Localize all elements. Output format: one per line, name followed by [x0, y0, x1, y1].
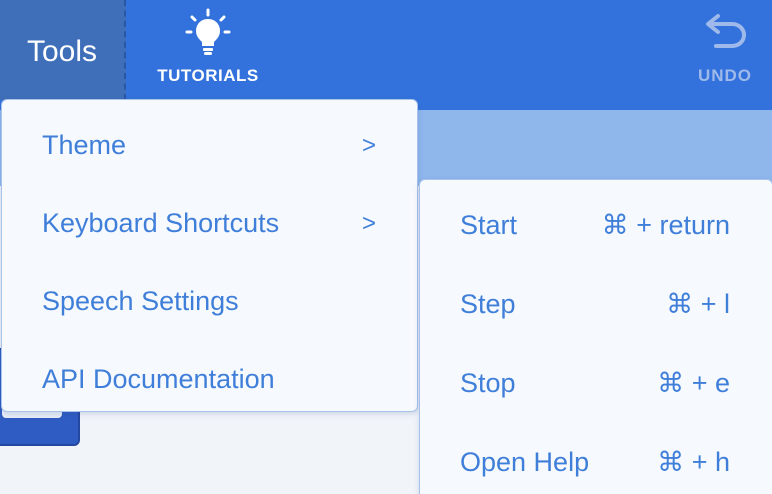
- menu-item-label: API Documentation: [42, 364, 275, 394]
- tutorials-label: TUTORIALS: [157, 66, 259, 85]
- tools-button-label: Tools: [26, 35, 98, 68]
- tools-menu-button[interactable]: Tools: [0, 0, 126, 100]
- submenu-arrow-icon: >: [362, 132, 377, 159]
- lightbulb-icon: [185, 8, 231, 55]
- undo-arrow-icon: [706, 14, 747, 48]
- menu-item-label: Speech Settings: [42, 286, 239, 316]
- menu-item-keyboard-shortcuts[interactable]: Keyboard Shortcuts >: [2, 184, 417, 262]
- menu-item-theme[interactable]: Theme >: [2, 106, 417, 184]
- shortcut-item-stop[interactable]: Stop ⌘ + e: [420, 342, 772, 420]
- shortcut-keys: ⌘ + return: [601, 210, 730, 240]
- shortcut-item-start[interactable]: Start ⌘ + return: [420, 184, 772, 262]
- shortcut-keys: ⌘ + e: [657, 368, 730, 398]
- shortcut-item-step[interactable]: Step ⌘ + l: [420, 263, 772, 341]
- app-page: Tools TUTORIALS UNDO Theme > Keyboard Sh…: [0, 0, 772, 494]
- shortcut-item-open-help[interactable]: Open Help ⌘ + h: [420, 421, 772, 494]
- shortcut-label: Step: [460, 289, 516, 319]
- shortcut-label: Stop: [460, 368, 516, 398]
- top-toolbar: Tools TUTORIALS UNDO: [0, 0, 772, 110]
- undo-label: UNDO: [697, 66, 753, 85]
- shortcut-keys: ⌘ + h: [657, 447, 730, 477]
- shortcut-label: Open Help: [460, 447, 590, 477]
- menu-item-api-documentation[interactable]: API Documentation: [2, 340, 417, 418]
- keyboard-shortcuts-submenu: Start ⌘ + return Step ⌘ + l Stop ⌘ + e O…: [419, 179, 772, 494]
- tutorials-button[interactable]: TUTORIALS: [140, 6, 276, 90]
- tools-dropdown-menu: Theme > Keyboard Shortcuts > Speech Sett…: [1, 99, 418, 412]
- undo-button[interactable]: UNDO: [684, 8, 766, 92]
- menu-item-label: Keyboard Shortcuts: [42, 208, 280, 238]
- submenu-arrow-icon: >: [362, 210, 377, 237]
- shortcut-keys: ⌘ + l: [666, 289, 730, 319]
- shortcut-label: Start: [460, 210, 518, 240]
- menu-item-speech-settings[interactable]: Speech Settings: [2, 262, 417, 340]
- menu-item-label: Theme: [42, 130, 127, 160]
